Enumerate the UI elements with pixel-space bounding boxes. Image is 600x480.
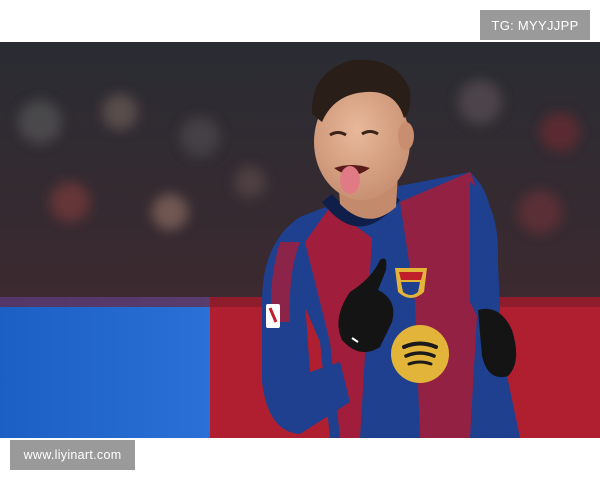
watermark-top-text: TG: MYYJJPP bbox=[491, 17, 579, 33]
player-photo-illustration bbox=[0, 42, 600, 438]
tongue bbox=[340, 166, 360, 194]
watermark-bottom-badge: www.liyinart.com bbox=[10, 440, 135, 470]
watermark-bottom-text: www.liyinart.com bbox=[23, 448, 122, 462]
player-photo bbox=[0, 42, 600, 438]
advertising-board-blue bbox=[0, 297, 210, 438]
watermark-top-badge: TG: MYYJJPP bbox=[480, 10, 590, 40]
